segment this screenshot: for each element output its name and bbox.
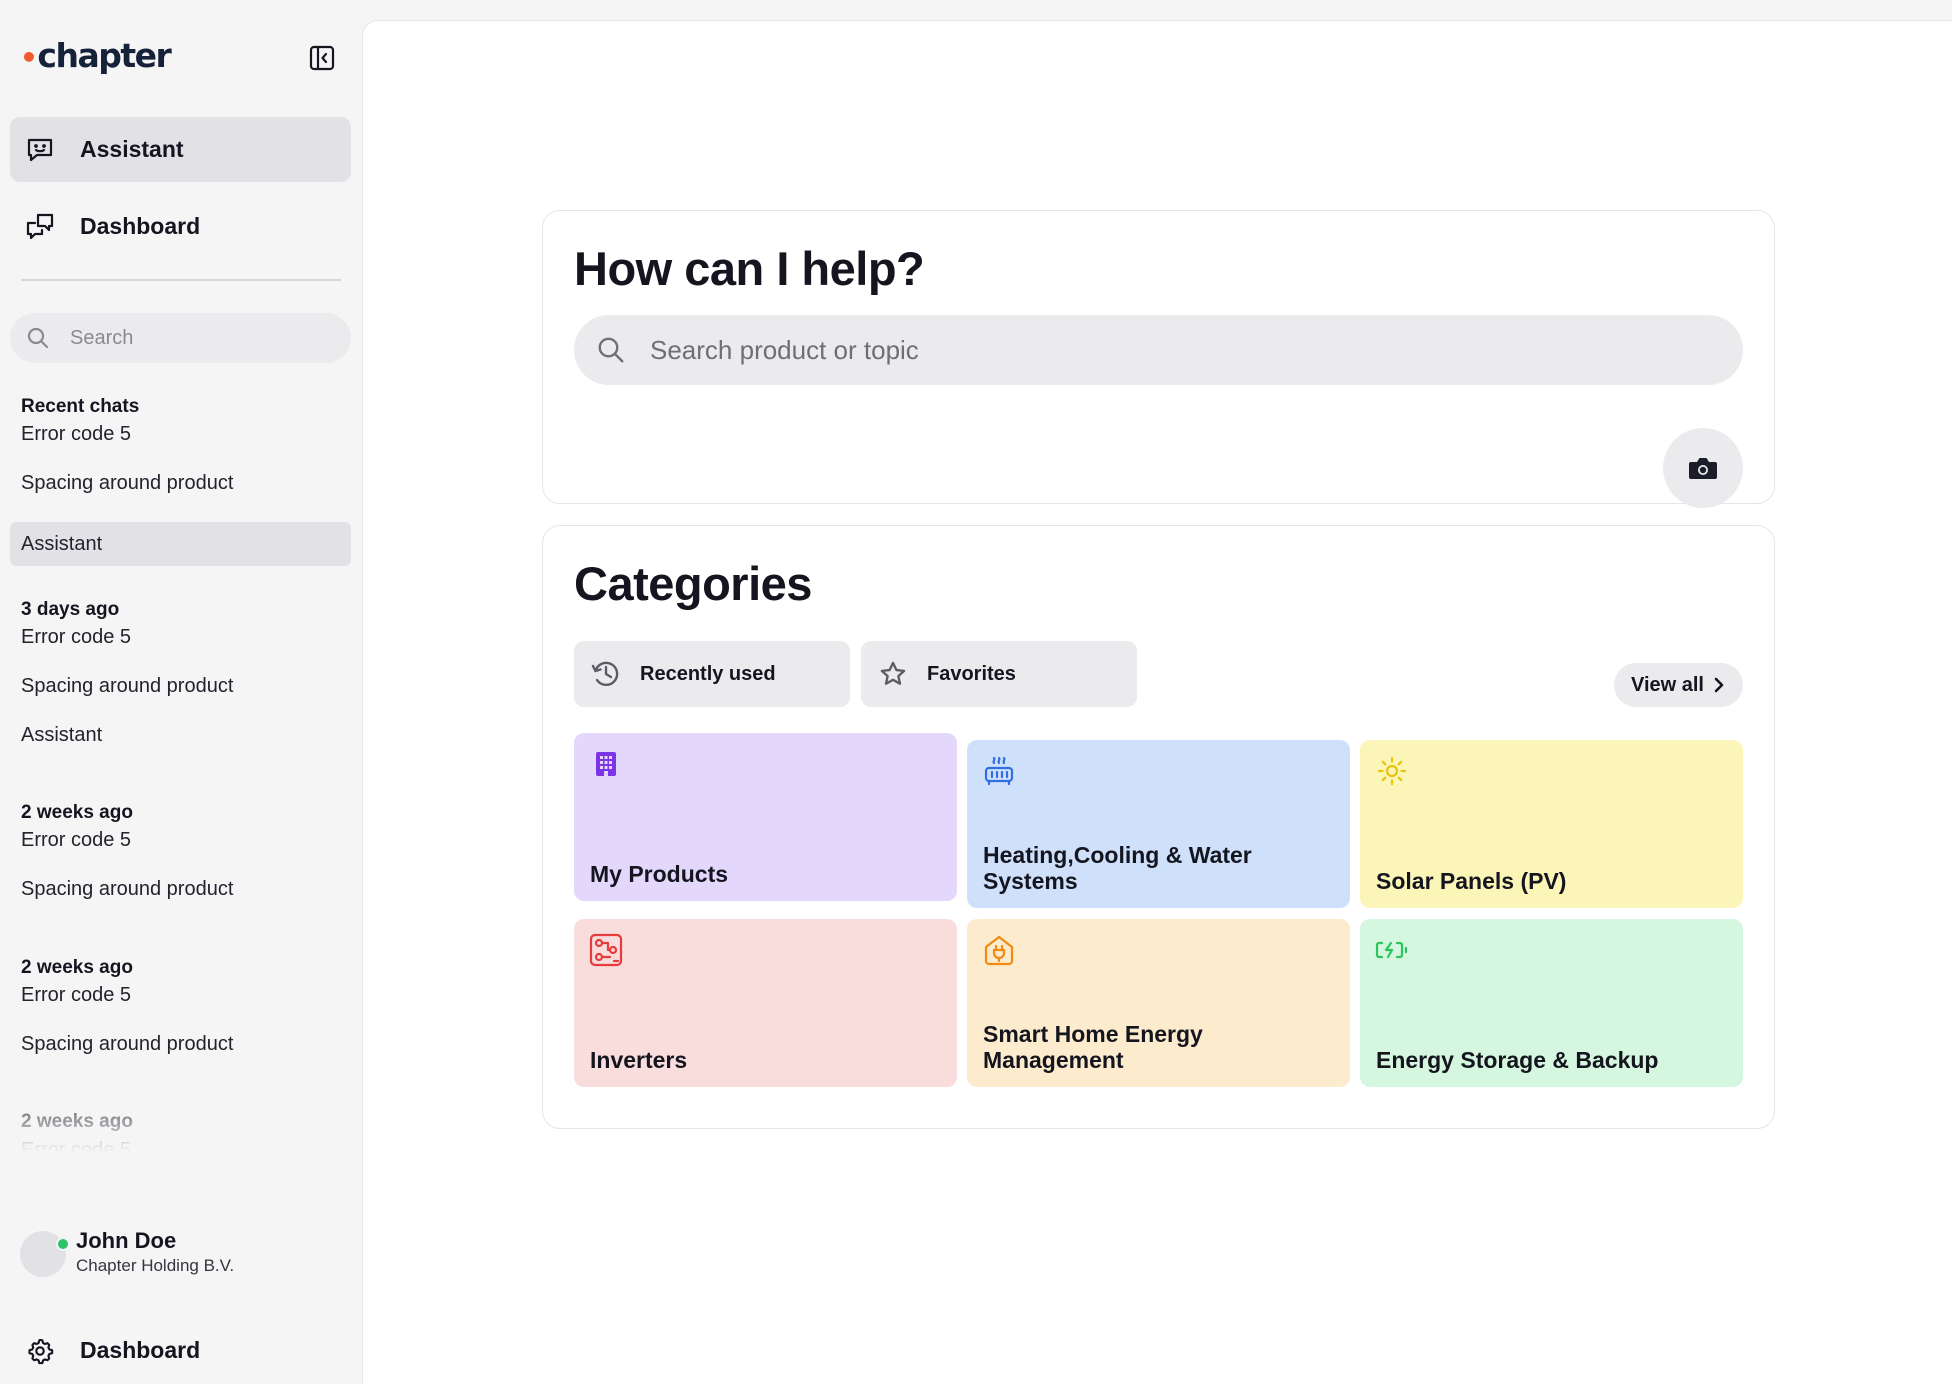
battery-charging-icon [1375,933,1409,967]
avatar [20,1231,70,1277]
sidebar: •chapter Assistant Dashboard Recent chat [0,0,362,1384]
user-name: John Doe [76,1228,177,1253]
building-icon [589,747,623,781]
chats-icon [24,211,56,243]
view-all-label: View all [1630,673,1704,696]
help-card: How can I help? [542,210,1775,508]
chat-item[interactable]: Spacing around product [10,461,351,505]
chat-item[interactable]: Error code 5 [10,615,351,659]
radiator-icon [982,754,1016,788]
chat-bubble-icon [24,134,56,166]
categories-card: Categories Recently used Favorites View … [542,525,1775,1129]
categories-title: Categories [574,557,812,610]
category-label: Inverters [590,1047,688,1073]
nav-assistant[interactable]: Assistant [10,117,351,182]
logo-text: chapter [37,36,171,75]
chat-item-active[interactable]: Assistant [10,522,351,566]
category-label: Solar Panels (PV) [1376,868,1567,894]
category-label: Heating,Cooling & Water Systems [983,842,1252,894]
camera-icon [1689,458,1717,479]
chat-item[interactable]: Spacing around product [10,867,351,911]
circuit-icon [589,933,623,967]
nav-assistant-label: Assistant [80,136,184,162]
chevron-right-icon [1712,677,1726,693]
nav-dashboard[interactable]: Dashboard [10,194,351,259]
category-energy-storage[interactable]: Energy Storage & Backup [1360,919,1743,1087]
search-icon [27,327,49,349]
sidebar-collapse-icon [309,45,335,71]
chat-history-list: Recent chats Error code 5 Spacing around… [0,386,362,1166]
chat-item[interactable]: Error code 5 [10,818,351,862]
category-solar-panels[interactable]: Solar Panels (PV) [1360,740,1743,908]
history-icon [590,658,622,690]
logo-dot: • [20,41,38,74]
chat-item[interactable]: Error code 5 [10,1128,351,1166]
chat-item[interactable]: Spacing around product [10,664,351,708]
chat-item[interactable]: Assistant [10,713,351,757]
product-search-input[interactable] [650,334,1650,366]
category-label: Smart Home Energy Management [983,1021,1203,1073]
user-organization: Chapter Holding B.V. [76,1256,235,1275]
user-profile[interactable]: John Doe Chapter Holding B.V. [20,1226,340,1282]
search-icon [598,337,624,363]
gear-icon [24,1335,56,1367]
category-label: Energy Storage & Backup [1376,1047,1659,1073]
category-label: My Products [590,861,729,887]
online-status-dot [56,1237,70,1251]
sidebar-search[interactable] [10,313,351,363]
chat-item[interactable]: Spacing around product [10,1022,351,1066]
nav-bottom-dashboard-label: Dashboard [80,1337,201,1363]
category-heating-cooling-water[interactable]: Heating,Cooling & Water Systems [967,740,1350,908]
nav-bottom-dashboard[interactable]: Dashboard [10,1318,351,1383]
tab-recently-used[interactable]: Recently used [574,641,850,707]
chat-item[interactable]: Error code 5 [10,973,351,1017]
star-icon [877,658,909,690]
camera-button[interactable] [1663,428,1743,508]
sidebar-divider [21,279,341,281]
tab-favorites[interactable]: Favorites [861,641,1137,707]
main-panel: How can I help? Categories Recently used [362,20,1952,1384]
tab-recently-used-label: Recently used [640,662,776,685]
category-smart-home-energy[interactable]: Smart Home Energy Management [967,919,1350,1087]
sidebar-search-input[interactable] [70,326,310,350]
product-search[interactable] [574,315,1743,385]
page-title: How can I help? [574,242,925,295]
chat-item[interactable]: Error code 5 [10,412,351,456]
app-logo[interactable]: •chapter [20,36,172,76]
tab-favorites-label: Favorites [927,662,1016,685]
view-all-button[interactable]: View all [1614,663,1743,707]
sun-icon [1375,754,1409,788]
category-my-products[interactable]: My Products [574,733,957,901]
collapse-sidebar-button[interactable] [308,44,336,72]
nav-dashboard-label: Dashboard [80,213,201,239]
chat-group-title: 2 weeks ago [21,1111,133,1132]
category-inverters[interactable]: Inverters [574,919,957,1087]
home-plug-icon [982,933,1016,967]
